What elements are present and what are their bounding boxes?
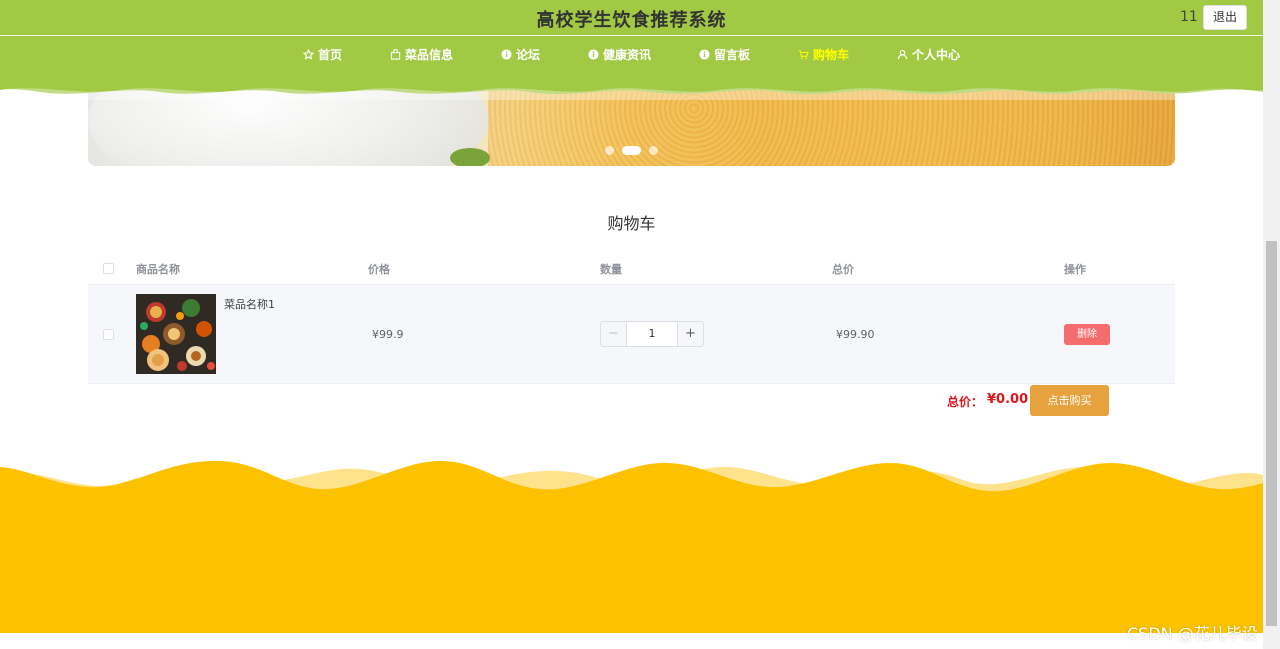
nav-item-forum[interactable]: 论坛	[501, 46, 540, 63]
info-circle-icon	[501, 49, 512, 60]
summary-label: 总价：	[947, 395, 984, 409]
nav-item-label: 健康资讯	[602, 48, 651, 62]
header-checkbox-cell	[88, 263, 136, 274]
buy-button[interactable]: 点击购买	[1030, 385, 1109, 416]
info-circle-icon	[699, 49, 710, 60]
column-header-actions: 操作	[1064, 262, 1086, 276]
actions-cell: 删除	[1064, 323, 1175, 345]
column-header-total: 总价	[832, 262, 854, 276]
select-all-checkbox[interactable]	[103, 263, 114, 274]
scrollbar-thumb[interactable]	[1266, 241, 1277, 626]
quantity-stepper: − 1 +	[600, 321, 704, 347]
footer-wave	[0, 455, 1263, 633]
page-scrollbar[interactable]	[1263, 0, 1280, 649]
nav-item-label: 个人中心	[912, 48, 961, 62]
quantity-decrease-button[interactable]: −	[601, 322, 627, 346]
carousel-indicators	[88, 146, 1175, 155]
nav-item-dishes[interactable]: 菜品信息	[390, 46, 453, 63]
nav-item-health-news[interactable]: 健康资讯	[588, 46, 651, 63]
summary-total-value: ¥0.00	[987, 392, 1029, 407]
product-name[interactable]: 菜品名称1	[224, 296, 275, 312]
footer-wave-background	[0, 460, 1263, 633]
cart-icon	[798, 50, 809, 60]
nav-item-home[interactable]: 首页	[302, 46, 342, 63]
nav-item-message-board[interactable]: 留言板	[699, 46, 750, 63]
logout-button[interactable]: 退出	[1203, 5, 1247, 30]
carousel-dot-active[interactable]	[622, 146, 641, 155]
carousel-dot[interactable]	[605, 146, 614, 155]
nav-item-cart[interactable]: 购物车	[798, 46, 849, 63]
quantity-input[interactable]: 1	[627, 322, 677, 346]
cart-table: 商品名称 价格 数量 总价 操作 菜品名称1 ¥99.9 − 1 + ¥99.9…	[88, 253, 1175, 384]
nav-item-label: 首页	[317, 48, 342, 62]
quantity-increase-button[interactable]: +	[677, 322, 703, 346]
table-row: 菜品名称1 ¥99.9 − 1 + ¥99.90 删除	[88, 285, 1175, 384]
nav-item-label: 论坛	[515, 48, 540, 62]
product-image	[136, 294, 216, 374]
info-circle-icon	[588, 49, 599, 60]
column-header-name: 商品名称	[136, 262, 180, 276]
current-user-name: 11	[1180, 9, 1198, 25]
site-title: 高校学生饮食推荐系统	[536, 10, 727, 31]
nav-item-label: 购物车	[813, 48, 850, 62]
delete-button[interactable]: 删除	[1064, 323, 1110, 345]
site-header: 高校学生饮食推荐系统 11 退出 首页 菜品信息 论坛 健康资讯 留言板 购物车…	[0, 0, 1263, 100]
star-icon	[302, 49, 314, 60]
row-checkbox-cell	[88, 328, 136, 340]
main-nav: 首页 菜品信息 论坛 健康资讯 留言板 购物车 个人中心	[0, 46, 1263, 63]
row-checkbox[interactable]	[103, 328, 114, 340]
nav-item-label: 菜品信息	[404, 48, 453, 62]
nav-item-label: 留言板	[714, 48, 751, 62]
carousel-dot[interactable]	[649, 146, 658, 155]
watermark: CSDN @花儿毕设	[1127, 624, 1258, 643]
row-total: ¥99.90	[836, 327, 875, 341]
product-cell: 菜品名称1	[136, 294, 368, 374]
cart-title: 购物车	[607, 214, 656, 233]
page: 高校学生饮食推荐系统 11 退出 首页 菜品信息 论坛 健康资讯 留言板 购物车…	[0, 0, 1280, 649]
user-icon	[897, 49, 908, 60]
table-header: 商品名称 价格 数量 总价 操作	[88, 253, 1175, 285]
column-header-price: 价格	[368, 262, 390, 276]
header-divider	[0, 35, 1263, 36]
shopping-bag-icon	[390, 49, 401, 60]
nav-item-profile[interactable]: 个人中心	[897, 46, 960, 63]
quantity-cell: − 1 +	[600, 321, 832, 347]
product-price: ¥99.9	[372, 327, 404, 341]
column-header-quantity: 数量	[600, 262, 622, 276]
